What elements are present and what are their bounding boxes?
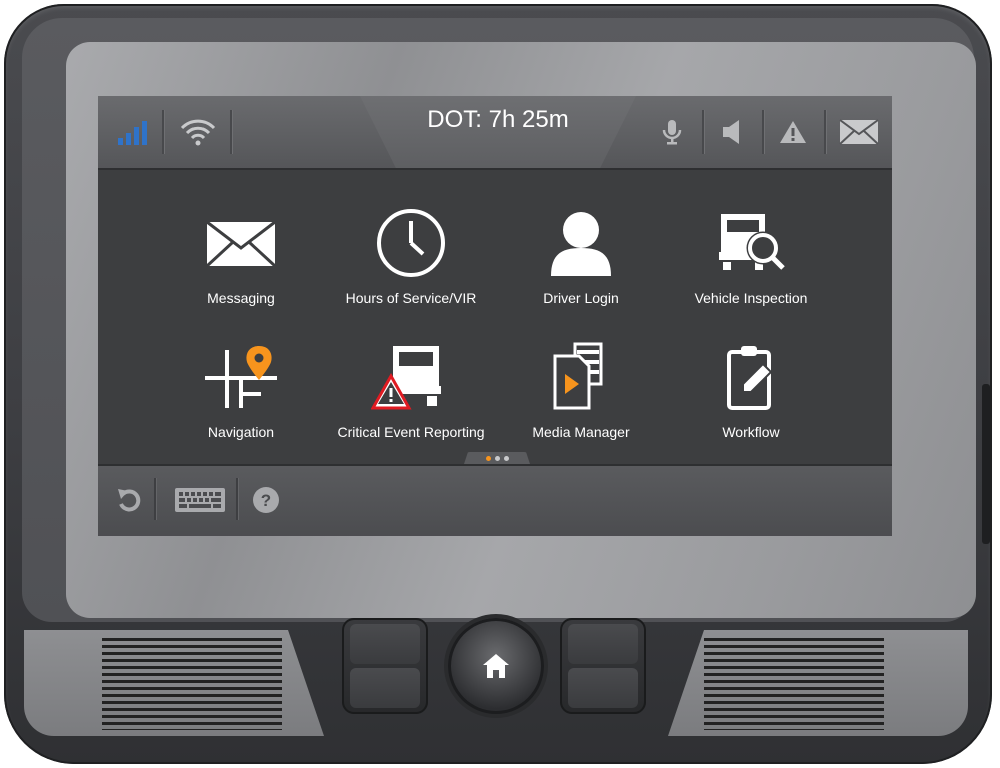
media-play-icon: [541, 342, 621, 412]
app-media-manager[interactable]: Media Manager: [496, 314, 666, 440]
envelope-icon: [201, 208, 281, 278]
display-screen: DOT: 7h 25m Messaging Hours of Service/V…: [98, 96, 892, 536]
app-vehicle-inspection[interactable]: Vehicle Inspection: [666, 180, 836, 306]
signal-icon: [108, 106, 158, 158]
dot-hours-text: DOT: 7h 25m: [427, 106, 569, 133]
app-messaging[interactable]: Messaging: [156, 180, 326, 306]
app-navigation[interactable]: Navigation: [156, 314, 326, 440]
app-critical-event-reporting[interactable]: Critical Event Reporting: [326, 314, 496, 440]
app-workflow[interactable]: Workflow: [666, 314, 836, 440]
right-speaker-grille: [668, 630, 968, 736]
speaker-icon[interactable]: [704, 106, 760, 158]
help-icon[interactable]: ?: [242, 478, 290, 522]
user-icon: [541, 208, 621, 278]
clipboard-pen-icon: [711, 342, 791, 412]
left-hardware-key[interactable]: [342, 618, 428, 714]
status-bar: DOT: 7h 25m: [98, 96, 892, 170]
keyboard-icon[interactable]: [160, 478, 240, 522]
app-driver-login[interactable]: Driver Login: [496, 180, 666, 306]
map-pin-icon: [201, 342, 281, 412]
app-grid: Messaging Hours of Service/VIR Driver Lo…: [98, 170, 892, 460]
dot-panel: DOT: 7h 25m: [360, 96, 636, 168]
truck-magnifier-icon: [711, 208, 791, 278]
page-dot-active: [486, 456, 491, 461]
right-hardware-key[interactable]: [560, 618, 646, 714]
home-button[interactable]: [448, 618, 544, 714]
wifi-icon[interactable]: [168, 106, 228, 158]
page-dot: [495, 456, 500, 461]
microphone-icon[interactable]: [644, 106, 700, 158]
mail-icon[interactable]: [828, 106, 890, 158]
bottom-bar: ?: [98, 464, 892, 536]
home-icon: [483, 654, 509, 678]
app-hours-of-service[interactable]: Hours of Service/VIR: [326, 180, 496, 306]
clock-icon: [371, 208, 451, 278]
warning-icon[interactable]: [764, 106, 822, 158]
truck-alert-icon: [370, 342, 451, 412]
svg-text:?: ?: [261, 491, 271, 510]
left-speaker-grille: [24, 630, 324, 736]
page-indicator[interactable]: [464, 452, 530, 464]
app-label: Workflow: [722, 424, 780, 440]
app-label: Vehicle Inspection: [694, 290, 808, 306]
side-port: [982, 384, 990, 544]
back-icon[interactable]: [104, 478, 154, 522]
page-dot: [504, 456, 509, 461]
